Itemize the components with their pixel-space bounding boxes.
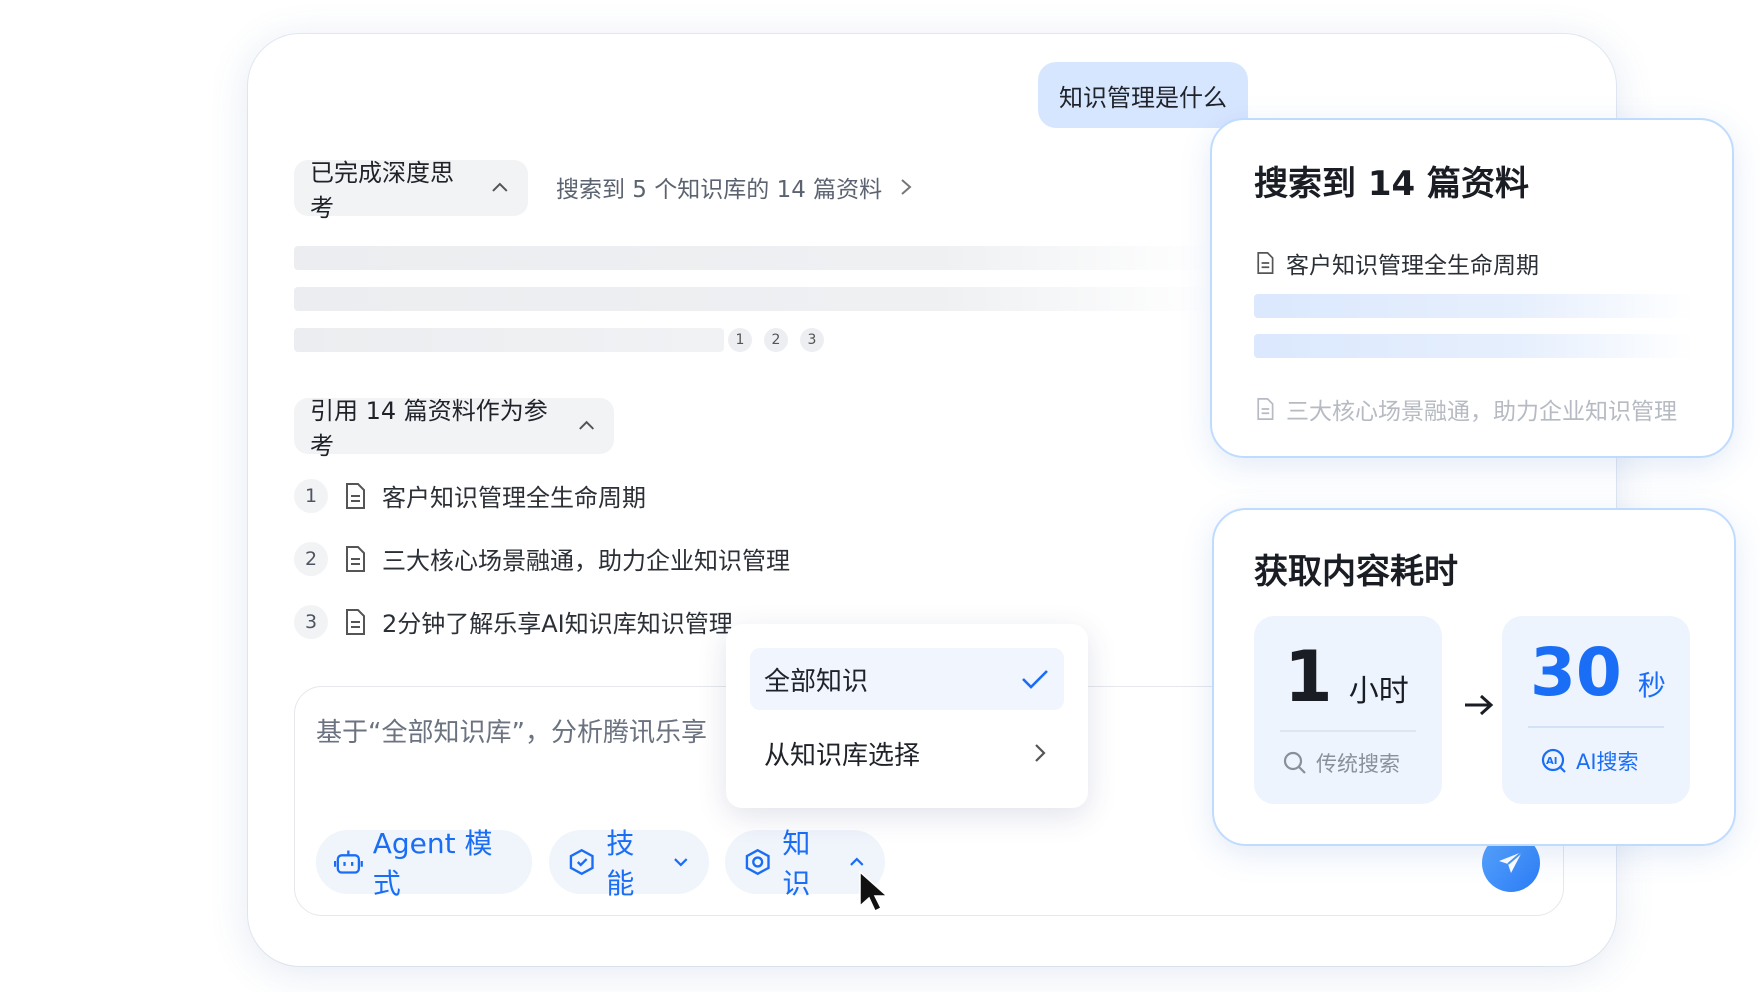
time-comparison-card: 获取内容耗时 1 小时 传统搜索 30 秒 AI AI搜索 [1212,508,1736,846]
time-comparison-title: 获取内容耗时 [1254,552,1458,592]
search-summary-text: 搜索到 5 个知识库的 14 篇资料 [556,177,883,203]
ai-search-label: AI搜索 [1576,750,1639,774]
document-icon [346,482,365,509]
ai-search-icon: AI [1541,748,1566,773]
skill-cube-icon [569,848,594,876]
user-message-text: 知识管理是什么 [1059,83,1227,112]
knowledge-label: 知识 [782,827,811,900]
search-results-title: 搜索到 14 篇资料 [1254,164,1529,204]
chevron-right-icon [1035,744,1046,762]
search-summary-link[interactable]: 搜索到 5 个知识库的 14 篇资料 [556,170,916,204]
agent-mode-button[interactable]: Agent 模式 [316,827,532,900]
divider [1528,726,1664,728]
ai-time-unit: 秒 [1637,669,1666,702]
citation-badge[interactable]: 2 [764,328,788,352]
chevron-right-icon [901,179,912,195]
search-result-doc[interactable]: 三大核心场景融通，助力企业知识管理 [1254,392,1677,426]
traditional-time-value: 1 [1284,636,1333,718]
dropdown-item-all-knowledge[interactable]: 全部知识 [750,648,1064,710]
answer-skeleton-line [294,328,724,352]
reference-index: 3 [294,604,328,639]
traditional-search-label: 传统搜索 [1316,752,1400,776]
thinking-toggle[interactable]: 已完成深度思考 [294,159,528,222]
search-result-doc[interactable]: 客户知识管理全生命周期 [1254,246,1539,280]
checkmark-icon [1022,670,1048,689]
send-icon [1499,851,1523,873]
reference-index: 2 [294,541,328,576]
thinking-label: 已完成深度思考 [310,159,454,222]
reference-title: 2分钟了解乐享AI知识库知识管理 [382,610,733,638]
traditional-search-box: 1 小时 传统搜索 [1254,616,1442,804]
search-result-doc-title: 客户知识管理全生命周期 [1286,253,1539,279]
agent-mode-label: Agent 模式 [372,827,493,900]
arrow-right-icon [1465,694,1494,716]
svg-text:AI: AI [1546,756,1557,767]
dropdown-item-choose-library[interactable]: 从知识库选择 [750,722,1064,784]
search-result-doc-title: 三大核心场景融通，助力企业知识管理 [1286,399,1677,425]
robot-icon [334,850,363,874]
answer-skeleton-line [294,246,1214,270]
search-results-card: 搜索到 14 篇资料 客户知识管理全生命周期 三大核心场景融通，助力企业知识管理 [1210,118,1734,458]
answer-skeleton-line [294,287,1214,311]
references-toggle[interactable]: 引用 14 篇资料作为参考 [294,397,614,460]
chat-input-placeholder[interactable]: 基于“全部知识库”，分析腾讯乐享 [316,712,707,749]
reference-item[interactable]: 3 2分钟了解乐享AI知识库知识管理 [294,604,733,639]
user-message-bubble: 知识管理是什么 [1038,62,1248,128]
ai-search-box: 30 秒 AI AI搜索 [1502,616,1690,804]
knowledge-dropdown-menu: 全部知识 从知识库选择 [726,624,1088,808]
reference-item[interactable]: 1 客户知识管理全生命周期 [294,478,646,513]
document-icon [1257,398,1274,420]
ai-time-value: 30 [1530,634,1622,711]
citation-badge[interactable]: 1 [728,328,752,352]
mouse-cursor-icon [859,870,889,913]
citation-badge[interactable]: 3 [800,328,824,352]
chevron-up-icon [850,857,864,866]
search-result-skeleton [1254,334,1694,358]
document-icon [346,545,365,572]
document-icon [1257,252,1274,274]
reference-title: 客户知识管理全生命周期 [382,484,646,512]
reference-index: 1 [294,478,328,513]
dropdown-item-label: 从知识库选择 [764,740,921,771]
reference-title: 三大核心场景融通，助力企业知识管理 [382,547,790,575]
document-icon [346,608,365,635]
chevron-up-icon [492,182,508,192]
references-label: 引用 14 篇资料作为参考 [310,397,548,460]
divider [1280,730,1416,732]
skills-button[interactable]: 技能 [549,827,709,900]
knowledge-hex-icon [745,848,770,876]
traditional-time-unit: 小时 [1348,674,1409,709]
chevron-up-icon [578,420,594,430]
reference-item[interactable]: 2 三大核心场景融通，助力企业知识管理 [294,541,790,576]
skills-label: 技能 [606,827,635,900]
search-icon [1283,751,1306,774]
dropdown-item-label: 全部知识 [764,666,869,697]
chevron-down-icon [674,858,688,867]
search-result-skeleton [1254,294,1694,318]
